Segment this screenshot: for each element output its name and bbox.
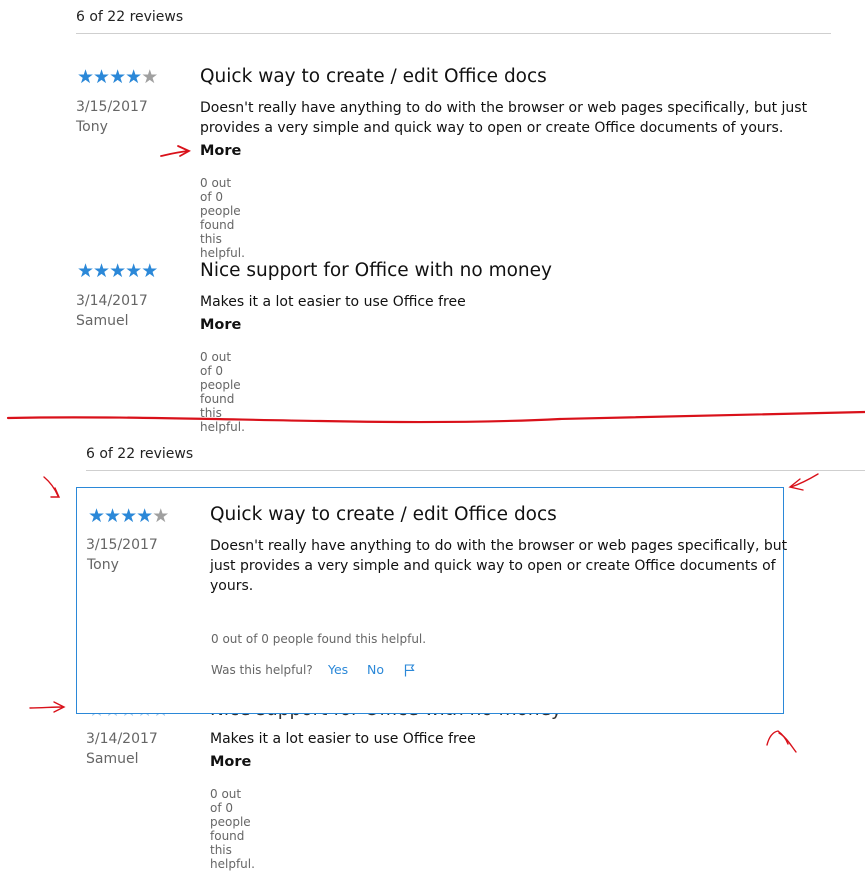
red-arrow-annotation xyxy=(160,145,191,157)
red-arrow-annotation xyxy=(29,701,66,713)
red-corner-mark-annotation xyxy=(43,476,61,498)
red-arrow-annotation xyxy=(766,730,797,753)
red-arrow-annotation xyxy=(788,473,819,491)
red-separator-line xyxy=(6,410,865,424)
annotation-overlay xyxy=(6,145,865,753)
